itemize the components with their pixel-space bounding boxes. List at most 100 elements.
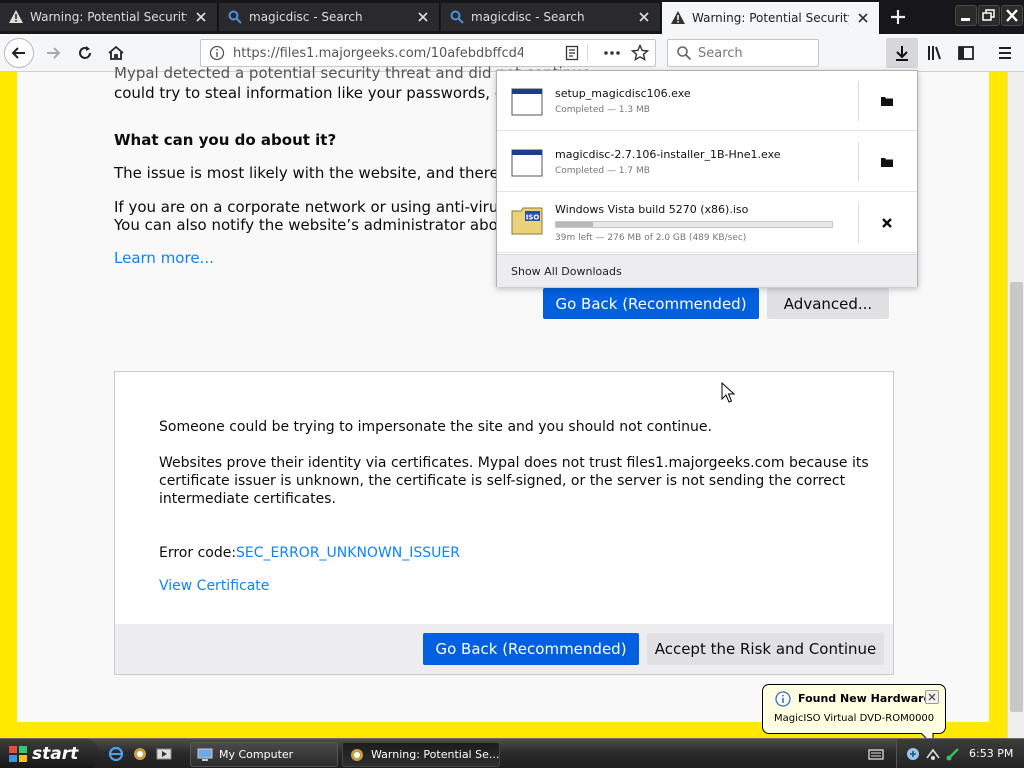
restore-button[interactable] [978, 5, 1000, 26]
download-status: Completed — 1.3 MB [555, 105, 650, 115]
cancel-download-button[interactable] [877, 213, 897, 233]
library-icon [928, 46, 941, 60]
close-icon[interactable] [193, 9, 209, 25]
download-divider [858, 81, 859, 121]
tab-title: Warning: Potential Security Risk Ahead [30, 10, 187, 24]
error-code-link[interactable]: SEC_ERROR_UNKNOWN_ISSUER [236, 545, 460, 561]
tab-strip: Warning: Potential Security Risk Ahead m… [0, 0, 1024, 34]
certificate-text-line2: certificate issuer is unknown, the certi… [159, 473, 846, 489]
open-folder-button[interactable] [877, 91, 897, 111]
open-folder-button[interactable] [877, 152, 897, 172]
tab-title: magicdisc - Search [471, 10, 585, 24]
download-status: Completed — 1.7 MB [555, 166, 650, 176]
info-icon[interactable] [209, 45, 225, 61]
learn-more-link[interactable]: Learn more... [114, 249, 214, 267]
taskbar-button-my-computer[interactable]: My Computer [190, 742, 338, 767]
minimize-button[interactable] [955, 5, 977, 26]
advanced-panel [114, 371, 894, 675]
start-label: start [32, 744, 79, 764]
url-divider [587, 44, 588, 62]
search-placeholder: Search [698, 46, 743, 61]
download-name: setup_magicdisc106.exe [555, 87, 691, 100]
search-icon [677, 46, 692, 61]
search-bar[interactable]: Search [667, 39, 819, 67]
scrollbar-thumb[interactable] [1010, 282, 1023, 712]
close-window-button[interactable] [1001, 5, 1023, 26]
tab-search-1[interactable]: magicdisc - Search [219, 3, 440, 31]
safely-remove-icon[interactable] [945, 746, 961, 762]
go-back-button-bottom[interactable]: Go Back (Recommended) [423, 633, 639, 665]
clock: 6:53 PM [969, 747, 1014, 760]
library-button[interactable] [920, 38, 950, 68]
sidebar-button[interactable] [951, 38, 981, 68]
taskbar-button-label: My Computer [219, 748, 294, 761]
keyboard-icon[interactable] [868, 747, 884, 761]
page-scrollbar[interactable] [1007, 72, 1024, 738]
warning-icon [9, 10, 23, 23]
reload-icon [79, 46, 91, 59]
taskbar-button-label: Warning: Potential Se... [371, 748, 500, 761]
mouse-cursor-icon [721, 382, 735, 403]
back-button[interactable] [4, 38, 34, 68]
download-divider [858, 203, 859, 243]
view-certificate-link[interactable]: View Certificate [159, 578, 269, 594]
download-item[interactable]: magicdisc-2.7.106-installer_1B-Hne1.exe … [497, 132, 917, 192]
balloon-close-button[interactable] [925, 690, 939, 704]
reader-view-icon[interactable] [564, 45, 580, 61]
tab-warning-1[interactable]: Warning: Potential Security Risk Ahead [0, 3, 218, 31]
downloads-panel: setup_magicdisc106.exe Completed — 1.3 M… [496, 70, 918, 287]
forward-button[interactable] [38, 38, 68, 68]
download-name: magicdisc-2.7.106-installer_1B-Hne1.exe [555, 148, 781, 161]
folder-icon [881, 158, 893, 167]
media-player-icon[interactable] [156, 746, 172, 762]
url-bar[interactable]: https://files1.majorgeeks.com/10afebdbff… [200, 39, 656, 67]
advanced-button[interactable]: Advanced... [767, 288, 889, 319]
show-all-downloads-label: Show All Downloads [511, 265, 622, 278]
close-icon[interactable] [636, 9, 652, 25]
bookmark-star-icon[interactable] [631, 44, 649, 62]
certificate-text-line3: intermediate certificates. [159, 491, 336, 507]
folder-icon [881, 97, 893, 106]
exe-file-icon [511, 149, 543, 177]
tab-search-2[interactable]: magicdisc - Search [441, 3, 661, 31]
home-icon [108, 45, 124, 60]
download-status: 39m left — 276 MB of 2.0 GB (489 KB/sec) [555, 233, 747, 243]
close-icon [1006, 9, 1018, 22]
tab-title: Warning: Potential Security Risk Ahead [692, 11, 849, 25]
exe-file-icon [511, 88, 543, 116]
taskbar-button-browser[interactable]: Warning: Potential Se... [342, 742, 500, 767]
network-icon[interactable] [925, 746, 941, 762]
close-icon[interactable] [415, 9, 431, 25]
page-actions-icon[interactable] [603, 45, 621, 61]
start-button[interactable]: start [0, 739, 98, 768]
forward-arrow-icon [47, 47, 61, 59]
browser-quicklaunch-icon[interactable] [132, 746, 148, 762]
hardware-icon[interactable] [905, 746, 921, 762]
internet-explorer-icon[interactable] [108, 746, 124, 762]
search-favicon [450, 10, 464, 24]
tab-warning-active[interactable]: Warning: Potential Security Risk Ahead [662, 2, 880, 34]
downloads-button[interactable] [886, 38, 918, 68]
what-heading: What can you do about it? [114, 131, 337, 149]
minimize-icon [961, 18, 970, 21]
new-tab-button[interactable] [884, 6, 912, 28]
menu-button[interactable] [990, 38, 1020, 68]
warning-icon [671, 11, 685, 24]
download-divider [858, 142, 859, 182]
go-back-button[interactable]: Go Back (Recommended) [543, 288, 759, 319]
download-item[interactable]: setup_magicdisc106.exe Completed — 1.3 M… [497, 71, 917, 131]
restore-icon [982, 9, 995, 21]
system-tray: 6:53 PM [896, 739, 1024, 768]
error-code-label: Error code: [159, 545, 237, 561]
reload-button[interactable] [70, 38, 100, 68]
show-all-downloads-button[interactable]: Show All Downloads [497, 254, 917, 287]
download-progress-bar [555, 221, 833, 228]
url-text: https://files1.majorgeeks.com/10afebdbff… [233, 46, 523, 61]
computer-icon [197, 748, 213, 761]
accept-risk-button[interactable]: Accept the Risk and Continue [647, 633, 884, 665]
back-arrow-icon [11, 47, 25, 59]
iso-file-icon: ISO [511, 207, 543, 235]
download-item[interactable]: ISO Windows Vista build 5270 (x86).iso 3… [497, 193, 917, 253]
close-icon[interactable] [855, 10, 871, 26]
search-favicon [228, 10, 242, 24]
